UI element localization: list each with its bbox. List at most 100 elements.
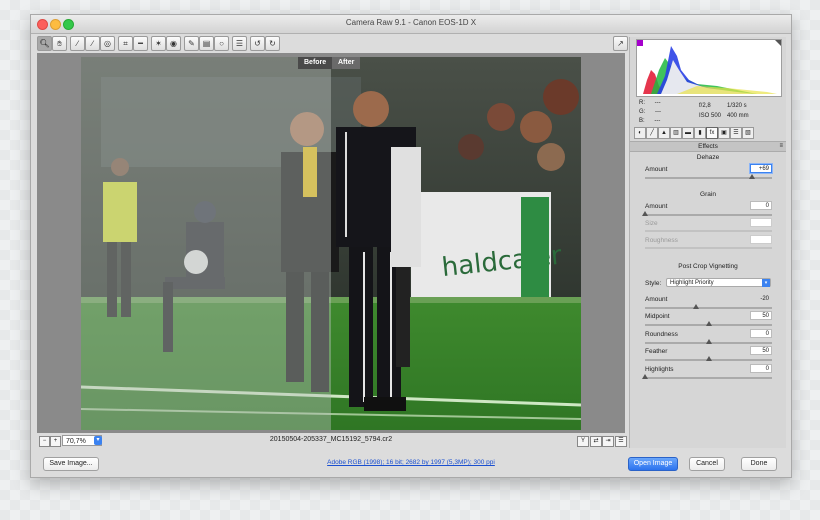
shutter-value: 1/320 s: [727, 103, 747, 109]
vignette-style-label: Style:: [645, 280, 662, 287]
white-balance-tool-icon[interactable]: ∕: [70, 36, 85, 51]
vignette-amount-label: Amount: [645, 296, 668, 303]
targeted-adjustment-tool-icon[interactable]: ◎: [100, 36, 115, 51]
title-bar: Camera Raw 9.1 - Canon EOS-1D X: [31, 15, 791, 34]
crop-tool-icon[interactable]: ⌗: [118, 36, 133, 51]
focal-length-value: 400 mm: [727, 113, 749, 119]
grain-roughness-slider: [645, 247, 772, 249]
effects-tab-icon[interactable]: fx: [706, 127, 718, 139]
dehaze-amount-label: Amount: [645, 166, 668, 173]
effects-title: Effects: [698, 143, 718, 150]
style-dropdown-icon[interactable]: ▾: [762, 279, 770, 287]
camera-raw-window: Camera Raw 9.1 - Canon EOS-1D X 🔍︎ ✋︎ ∕ …: [30, 14, 792, 478]
camera-calibration-tab-icon[interactable]: ▣: [718, 127, 730, 139]
histogram-graph: [637, 40, 781, 96]
vignette-feather-label: Feather: [645, 348, 668, 355]
dehaze-amount-input[interactable]: +69: [750, 164, 772, 173]
grain-size-input: [750, 218, 772, 227]
vignette-feather-slider[interactable]: [645, 356, 772, 361]
dialog-footer: Save Image... Adobe RGB (1998); 16 bit; …: [31, 451, 791, 477]
grain-amount-label: Amount: [645, 203, 668, 210]
panel-menu-icon[interactable]: ≡: [779, 142, 783, 151]
grain-size-label: Size: [645, 220, 658, 227]
red-eye-tool-icon[interactable]: ◉: [166, 36, 181, 51]
vignette-feather-input[interactable]: 50: [750, 346, 772, 355]
dehaze-amount-thumb[interactable]: [749, 174, 756, 179]
adjustment-brush-icon[interactable]: ✎: [184, 36, 199, 51]
presets-tab-icon[interactable]: ☰: [730, 127, 742, 139]
hsl-tab-icon[interactable]: ▥: [670, 127, 682, 139]
vignette-roundness-input[interactable]: 0: [750, 329, 772, 338]
grain-amount-input[interactable]: 0: [750, 201, 772, 210]
b-value: ---: [654, 118, 661, 124]
copy-settings-icon[interactable]: ⇥: [602, 436, 614, 447]
radial-filter-icon[interactable]: ○: [214, 36, 229, 51]
graduated-filter-icon[interactable]: ▤: [199, 36, 214, 51]
fullscreen-icon[interactable]: ↗: [613, 36, 628, 51]
iso-value: ISO 500: [699, 113, 722, 119]
vignette-roundness-thumb[interactable]: [705, 339, 712, 344]
vignette-amount-slider[interactable]: [645, 304, 772, 309]
color-sampler-tool-icon[interactable]: ∕: [85, 36, 100, 51]
vignette-feather-thumb[interactable]: [705, 356, 712, 361]
zoom-tool-icon[interactable]: 🔍︎: [37, 36, 52, 51]
vignette-style-select[interactable]: Highlight Priority ▾: [666, 278, 771, 287]
histogram: [636, 39, 782, 97]
vignette-title: Post Crop Vignetting: [678, 263, 738, 270]
spot-removal-tool-icon[interactable]: ✶: [151, 36, 166, 51]
grain-amount-slider[interactable]: [642, 211, 772, 216]
vignette-highlights-slider[interactable]: [642, 374, 772, 379]
hand-tool-icon[interactable]: ✋︎: [52, 36, 67, 51]
g-label: G:: [639, 109, 646, 115]
straighten-tool-icon[interactable]: ━: [133, 36, 148, 51]
vignette-amount-value[interactable]: -20: [750, 294, 772, 303]
before-after-view-icon[interactable]: Y: [577, 436, 589, 447]
lens-corrections-tab-icon[interactable]: ▮: [694, 127, 706, 139]
after-label: After: [332, 57, 361, 69]
vignette-midpoint-thumb[interactable]: [705, 321, 712, 326]
vignette-highlights-label: Highlights: [645, 366, 674, 373]
status-bar: − + 70,7% ▾ 20150504-205337_MC15192_5794…: [37, 434, 627, 448]
vignette-midpoint-slider[interactable]: [645, 321, 772, 326]
before-label: Before: [298, 57, 333, 69]
cancel-button[interactable]: Cancel: [689, 457, 725, 471]
rotate-ccw-icon[interactable]: ↺: [250, 36, 265, 51]
photo-preview: haldcaler Before After: [81, 57, 581, 430]
vignette-roundness-slider[interactable]: [645, 339, 772, 344]
rgb-readout: R: --- G: --- B: --- f/2,8 1/320 s ISO 5…: [639, 99, 779, 129]
dehaze-title: Dehaze: [696, 154, 720, 161]
effects-section-header: Effects ≡: [630, 141, 786, 152]
r-label: R:: [639, 100, 645, 106]
window-title: Camera Raw 9.1 - Canon EOS-1D X: [345, 18, 477, 27]
grain-size-slider: [645, 230, 772, 232]
vignette-roundness-label: Roundness: [645, 331, 678, 338]
open-image-button[interactable]: Open Image: [628, 457, 678, 471]
g-value: ---: [655, 109, 662, 115]
vignette-highlights-input[interactable]: 0: [750, 364, 772, 373]
preview-area[interactable]: haldcaler Before After: [37, 53, 625, 433]
snapshots-tab-icon[interactable]: ▧: [742, 127, 754, 139]
split-toning-tab-icon[interactable]: ▬: [682, 127, 694, 139]
dehaze-amount-slider[interactable]: [645, 174, 772, 179]
done-button[interactable]: Done: [741, 457, 777, 471]
grain-title: Grain: [700, 191, 716, 198]
aperture-value: f/2,8: [699, 103, 711, 109]
swap-before-after-icon[interactable]: ⇄: [590, 436, 602, 447]
vignette-midpoint-input[interactable]: 50: [750, 311, 772, 320]
grain-amount-thumb[interactable]: [642, 211, 648, 216]
b-label: B:: [639, 118, 645, 124]
photo-image: haldcaler: [81, 57, 581, 430]
vignette-midpoint-label: Midpoint: [645, 313, 670, 320]
preferences-icon[interactable]: ☰: [232, 36, 247, 51]
detail-tab-icon[interactable]: ▲: [658, 127, 670, 139]
vignette-highlights-thumb[interactable]: [642, 374, 648, 379]
vignette-style-value: Highlight Priority: [670, 280, 714, 286]
grain-roughness-input: [750, 235, 772, 244]
tone-curve-tab-icon[interactable]: ╱: [646, 127, 658, 139]
r-value: ---: [654, 100, 661, 106]
filename-label: 20150504-205337_MC15192_5794.cr2: [269, 436, 393, 443]
rotate-cw-icon[interactable]: ↻: [265, 36, 280, 51]
preview-preferences-icon[interactable]: ☰: [615, 436, 627, 447]
basic-tab-icon[interactable]: ◐: [634, 127, 646, 139]
vignette-amount-thumb[interactable]: [692, 304, 699, 309]
